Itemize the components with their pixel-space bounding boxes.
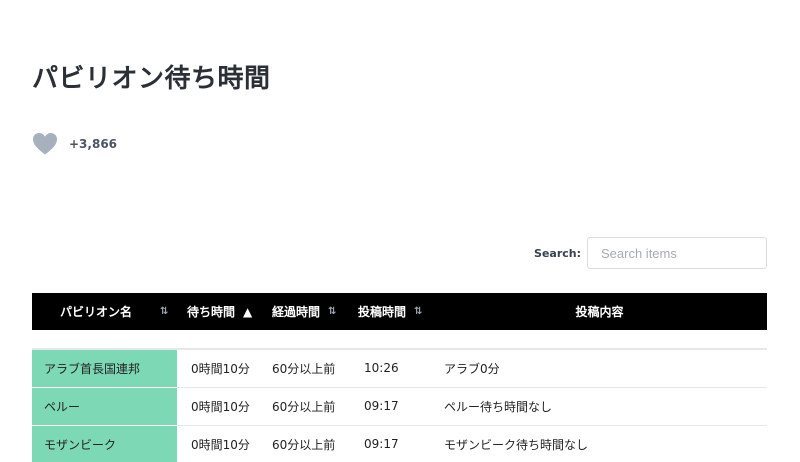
page-title: パビリオン待ち時間 (32, 64, 271, 94)
column-header-pavilion-name[interactable]: パビリオン名 ⇅ (32, 293, 177, 330)
post-time-cell: 09:17 (364, 437, 399, 451)
table-row[interactable]: アラブ首長国連邦 0時間10分 60分以上前 10:26 アラブ0分 (32, 349, 767, 388)
like-count: +3,866 (69, 137, 118, 151)
post-content-cell: モザンビーク待ち時間なし (444, 437, 589, 452)
table-row[interactable]: モザンビーク 0時間10分 60分以上前 09:17 モザンビーク待ち時間なし (32, 425, 767, 462)
elapsed-time-cell: 60分以上前 (272, 437, 336, 452)
page: パビリオン待ち時間 +3,866 Search: パビリオン名 ⇅ (0, 0, 800, 462)
sort-icon: ⇅ (160, 306, 169, 317)
table-spacer (32, 330, 767, 350)
column-header-elapsed-time[interactable]: 経過時間 ⇅ (262, 293, 348, 330)
sort-icon: ⇅ (328, 306, 337, 317)
post-time-cell: 09:17 (364, 399, 399, 413)
table-header-row: パビリオン名 ⇅ 待ち時間 ▲ 経過時間 ⇅ 投稿時間 ⇅ 投稿内容 (32, 293, 767, 330)
search-bar: Search: (534, 237, 767, 269)
wait-time-cell: 0時間10分 (191, 437, 250, 452)
pavilion-name-cell: モザンビーク (32, 425, 177, 462)
wait-time-cell: 0時間10分 (191, 361, 250, 376)
search-label: Search: (534, 246, 581, 260)
heart-icon[interactable] (32, 132, 58, 156)
pavilion-name-cell: アラブ首長国連邦 (32, 349, 177, 388)
search-input[interactable] (587, 237, 767, 269)
post-content-cell: ペルー待ち時間なし (444, 399, 553, 414)
column-header-post-time[interactable]: 投稿時間 ⇅ (348, 293, 432, 330)
elapsed-time-cell: 60分以上前 (272, 361, 336, 376)
table-row[interactable]: ペルー 0時間10分 60分以上前 09:17 ペルー待ち時間なし (32, 387, 767, 426)
post-time-cell: 10:26 (364, 361, 399, 376)
sort-ascending-icon: ▲ (243, 304, 253, 319)
like-section: +3,866 (32, 130, 117, 158)
pavilion-table-container: パビリオン名 ⇅ 待ち時間 ▲ 経過時間 ⇅ 投稿時間 ⇅ 投稿内容 アラブ首長… (32, 293, 767, 462)
post-content-cell: アラブ0分 (444, 361, 500, 376)
sort-icon: ⇅ (414, 306, 423, 317)
elapsed-time-cell: 60分以上前 (272, 399, 336, 414)
wait-time-cell: 0時間10分 (191, 399, 250, 414)
column-header-wait-time[interactable]: 待ち時間 ▲ (177, 293, 262, 330)
column-header-post-content[interactable]: 投稿内容 (432, 293, 767, 330)
pavilion-name-cell: ペルー (32, 387, 177, 426)
pavilion-table: パビリオン名 ⇅ 待ち時間 ▲ 経過時間 ⇅ 投稿時間 ⇅ 投稿内容 アラブ首長… (32, 293, 767, 462)
